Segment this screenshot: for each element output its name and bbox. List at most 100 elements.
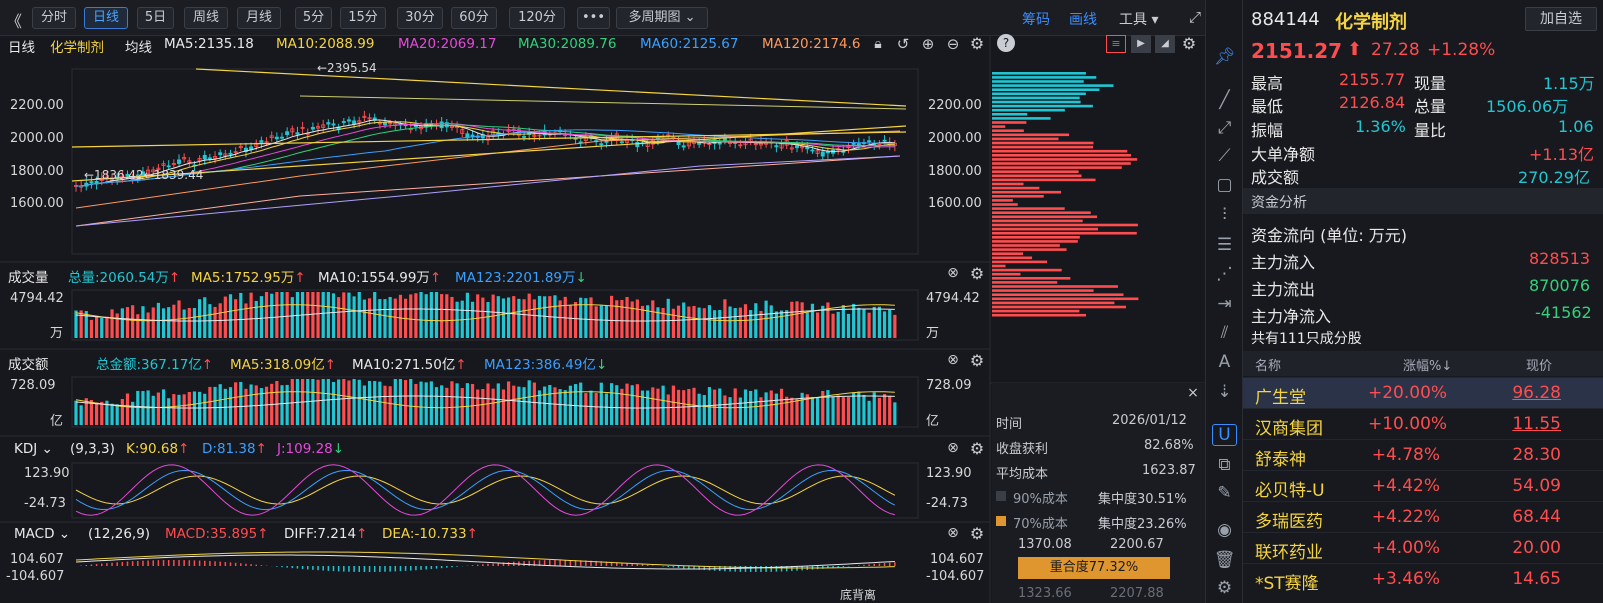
amplitude-value: 1.36%: [1355, 117, 1406, 136]
up-arrow-icon: ↑: [168, 270, 181, 286]
ma30-value: MA30:2089.76: [518, 36, 617, 52]
chip-settings-gear-icon[interactable]: ⚙: [1180, 34, 1198, 53]
chip-mode2-icon[interactable]: ▶: [1131, 35, 1151, 53]
period-button[interactable]: 5日: [137, 7, 174, 29]
period-button[interactable]: 分时: [32, 7, 76, 29]
period-button[interactable]: 5分: [295, 7, 332, 29]
volume-bar: [779, 310, 784, 338]
fund-analysis-tab[interactable]: 资金分析: [1243, 188, 1603, 214]
chip-mode3-icon[interactable]: ◢: [1155, 35, 1175, 53]
volume-bar: [841, 397, 845, 425]
candle-body: [522, 135, 527, 138]
table-row[interactable]: *ST赛隆 +3.46% 14.65: [1243, 563, 1603, 594]
zoom-in-icon[interactable]: ⊕: [920, 35, 936, 53]
volume-bar: [723, 299, 727, 338]
undo-icon[interactable]: ↺: [895, 35, 911, 53]
line-tool-icon[interactable]: ╱: [1206, 90, 1243, 110]
volume-bar: [635, 299, 639, 338]
collapse-left-icon[interactable]: 《: [6, 8, 22, 32]
col-price-header[interactable]: 现价: [1526, 355, 1552, 374]
table-row[interactable]: 多瑞医药 +4.22% 68.44: [1243, 501, 1603, 532]
table-row[interactable]: 舒泰神 +4.78% 28.30: [1243, 439, 1603, 470]
volume-bar: [687, 306, 691, 338]
gann-tool-icon[interactable]: ⫽: [1206, 323, 1243, 343]
lock-icon[interactable]: 🔒︎: [870, 36, 886, 52]
parallel-tool-icon[interactable]: ⫶: [1206, 205, 1243, 225]
volume-bar: [697, 393, 701, 425]
settings-gear-icon[interactable]: ⚙: [968, 524, 986, 543]
table-row[interactable]: 联环药业 +4.00% 20.00: [1243, 532, 1603, 563]
settings-gear-icon[interactable]: ⚙: [968, 351, 986, 370]
arrow-tool-icon[interactable]: ⇣: [1206, 382, 1243, 402]
close-icon[interactable]: ⊗: [945, 440, 961, 456]
volume-bar: [476, 294, 480, 338]
chips-toggle[interactable]: 筹码: [1022, 9, 1050, 29]
macd-macd-text: MACD:35.895: [165, 526, 258, 542]
multi-period-dropdown[interactable]: 多周期图 ⌄: [616, 7, 708, 29]
period-button[interactable]: 120分: [509, 7, 565, 29]
fan-tool-icon[interactable]: ⋰: [1206, 264, 1243, 284]
magnet-icon[interactable]: U: [1212, 424, 1237, 446]
period-button[interactable]: 30分: [397, 7, 443, 29]
volume-bar: [311, 379, 315, 425]
settings-gear-icon[interactable]: ⚙: [968, 439, 986, 458]
volume-bar: [367, 380, 372, 425]
candle-body: [274, 136, 279, 140]
candle-body: [326, 122, 331, 125]
measure-tool-icon[interactable]: ⇥: [1206, 294, 1243, 314]
table-row[interactable]: 汉商集团 +10.00% 11.55: [1243, 408, 1603, 439]
chip-bar: [992, 149, 1128, 153]
col-name-header[interactable]: 名称: [1255, 355, 1281, 374]
volume-bar: [661, 307, 665, 338]
kdj-title[interactable]: KDJ ⌄: [14, 441, 53, 457]
trash-icon[interactable]: 🗑︎: [1206, 550, 1243, 570]
draw-line-toggle[interactable]: 画线: [1069, 9, 1097, 29]
more-periods-button[interactable]: •••: [577, 7, 610, 29]
volume-bar: [429, 381, 433, 425]
rect-tool-icon[interactable]: ▢: [1206, 175, 1243, 195]
period-button[interactable]: 周线: [184, 7, 228, 29]
chip-mode-icon[interactable]: ≡: [1106, 35, 1126, 53]
volume-bar: [522, 387, 526, 425]
close-icon[interactable]: ⊗: [945, 352, 961, 368]
fib-tool-icon[interactable]: ☰: [1206, 235, 1243, 255]
settings-gear-icon[interactable]: ⚙: [1206, 578, 1243, 598]
period-button[interactable]: 15分: [340, 7, 386, 29]
text-tool-icon[interactable]: A: [1206, 352, 1243, 372]
volume-top-left: 4794.42: [10, 291, 64, 306]
close-icon[interactable]: ⊗: [945, 525, 961, 541]
edit-icon[interactable]: ✎: [1206, 483, 1243, 503]
volume-total-text: 总量:2060.54万: [68, 270, 169, 286]
ma-label[interactable]: 均线: [125, 36, 152, 56]
add-favorite-button[interactable]: 加自选: [1525, 7, 1597, 31]
help-icon[interactable]: ?: [997, 34, 1015, 52]
price-axis-label-left: 2000.00: [10, 131, 64, 146]
amount-ma123: MA123:386.49亿↓: [484, 353, 607, 373]
pin-icon[interactable]: 📌︎: [1206, 47, 1243, 67]
settings-gear-icon[interactable]: ⚙: [968, 264, 986, 283]
kdj-j-text: J:109.28: [277, 441, 333, 457]
table-row[interactable]: 广生堂 +20.00% 96.28: [1243, 377, 1603, 408]
zoom-out-icon[interactable]: ⊖: [945, 35, 961, 53]
settings-gear-icon[interactable]: ⚙: [968, 34, 986, 53]
macd-title[interactable]: MACD ⌄: [14, 526, 70, 542]
volume-bar: [846, 397, 851, 425]
period-button[interactable]: 60分: [451, 7, 497, 29]
period-button[interactable]: 月线: [237, 7, 281, 29]
polyline-tool-icon[interactable]: ⟋: [1206, 146, 1243, 166]
chip-bar: [992, 248, 1067, 251]
table-row[interactable]: 必贝特-U +4.42% 54.09: [1243, 470, 1603, 501]
fullscreen-icon[interactable]: ⤢: [1185, 8, 1205, 26]
period-button[interactable]: 日线: [84, 7, 128, 29]
col-pct-header[interactable]: 涨幅%↓: [1403, 355, 1452, 374]
copy-icon[interactable]: ⧉: [1206, 455, 1243, 475]
eye-icon[interactable]: ◉: [1206, 520, 1243, 540]
close-icon[interactable]: ⊗: [945, 265, 961, 281]
close-icon[interactable]: ×: [1185, 385, 1201, 401]
ray-tool-icon[interactable]: ⤢: [1206, 118, 1243, 138]
total-vol-label: 总量: [1414, 97, 1447, 116]
tools-menu[interactable]: 工具 ▾: [1119, 9, 1158, 29]
volume-bar: [527, 293, 531, 338]
candle-body: [717, 142, 722, 145]
chip-bar: [992, 297, 1139, 301]
